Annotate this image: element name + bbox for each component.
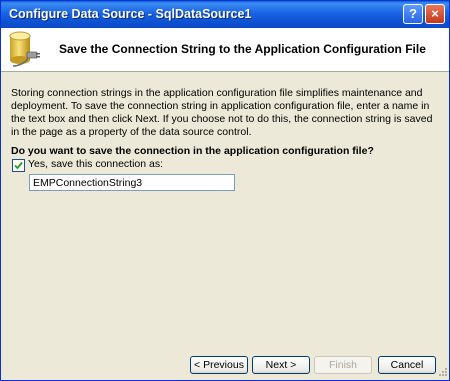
wizard-header: Save the Connection String to the Applic…: [1, 28, 449, 72]
checkmark-icon: [14, 161, 23, 170]
cancel-button[interactable]: Cancel: [378, 356, 436, 374]
title-bar[interactable]: Configure Data Source - SqlDataSource1 ?…: [1, 1, 449, 28]
description-text: Storing connection strings in the applic…: [11, 87, 433, 138]
finish-button: Finish: [314, 356, 372, 374]
connection-name-input[interactable]: [29, 174, 235, 191]
save-connection-label[interactable]: Yes, save this connection as:: [28, 158, 163, 170]
next-button[interactable]: Next >: [252, 356, 310, 374]
help-button[interactable]: ?: [403, 4, 423, 24]
close-button[interactable]: ×: [425, 4, 445, 24]
window-title: Configure Data Source - SqlDataSource1: [9, 7, 252, 21]
save-question: Do you want to save the connection in th…: [11, 145, 374, 157]
dialog-window: Configure Data Source - SqlDataSource1 ?…: [0, 0, 450, 381]
page-title: Save the Connection String to the Applic…: [59, 42, 426, 56]
save-connection-checkbox[interactable]: [12, 159, 25, 172]
resize-grip-icon[interactable]: [436, 367, 448, 379]
previous-button[interactable]: < Previous: [190, 356, 248, 374]
database-connection-icon: [9, 31, 40, 67]
